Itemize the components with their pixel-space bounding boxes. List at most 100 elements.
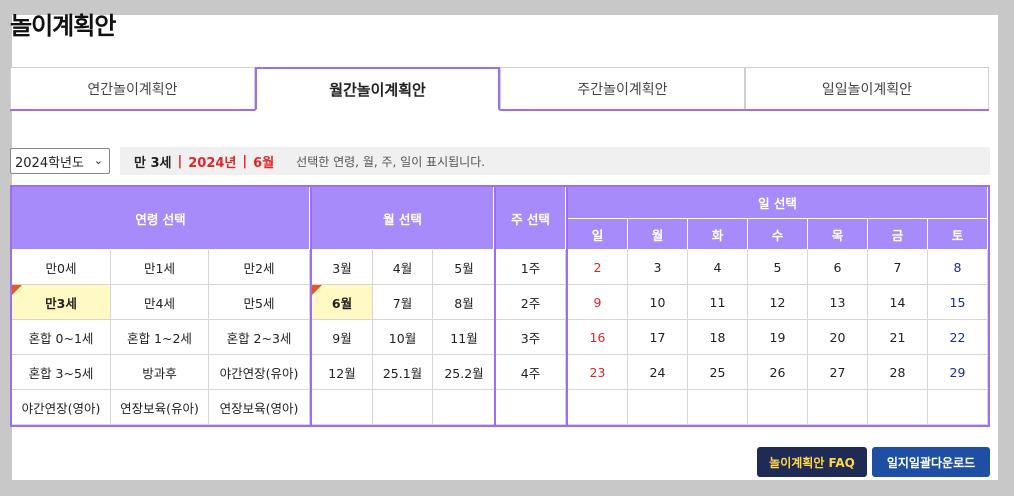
day-option[interactable]: 3 [628,250,688,285]
month-option [312,390,373,425]
plan-tabs: 연간놀이계획안 월간놀이계획안 주간놀이계획안 일일놀이계획안 [10,67,989,111]
day-option[interactable]: 10 [628,285,688,320]
month-option[interactable]: 4월 [373,250,433,285]
day-option [808,390,868,425]
day-option[interactable]: 24 [628,355,688,390]
weekday-header: 월 [628,219,688,250]
selected-flag-icon [12,285,22,295]
day-option[interactable]: 22 [928,320,988,355]
month-option[interactable]: 10월 [373,320,433,355]
age-option[interactable]: 혼합 1~2세 [111,320,209,355]
month-option[interactable]: 25.1월 [373,355,433,390]
summary-separator: | [242,153,248,169]
day-option[interactable]: 8 [928,250,988,285]
week-option[interactable]: 2주 [496,285,566,320]
day-option[interactable]: 7 [868,250,928,285]
day-option[interactable]: 6 [808,250,868,285]
day-option[interactable]: 11 [688,285,748,320]
day-option [928,390,988,425]
day-option[interactable]: 17 [628,320,688,355]
age-option[interactable]: 야간연장(유아) [209,355,310,390]
weekday-header: 일 [568,219,628,250]
day-option[interactable]: 5 [748,250,808,285]
day-option[interactable]: 13 [808,285,868,320]
age-option[interactable]: 만4세 [111,285,209,320]
tab-daily[interactable]: 일일놀이계획안 [745,67,989,109]
month-option[interactable]: 6월 [312,285,373,320]
summary-month: 6월 [253,155,275,171]
month-option [433,390,496,425]
year-select[interactable]: 2024학년도 ⌄ [10,148,110,174]
month-option[interactable]: 9월 [312,320,373,355]
bulk-download-button[interactable]: 일지일괄다운로드 [872,447,990,477]
month-option[interactable]: 8월 [433,285,496,320]
day-option[interactable]: 14 [868,285,928,320]
week-option[interactable]: 4주 [496,355,566,390]
age-option[interactable]: 방과후 [111,355,209,390]
day-option[interactable]: 28 [868,355,928,390]
age-option[interactable]: 만3세 [12,285,111,320]
day-option[interactable]: 23 [568,355,628,390]
week-header: 주 선택 [496,187,566,250]
chevron-down-icon: ⌄ [93,154,103,167]
week-option[interactable]: 1주 [496,250,566,285]
week-option [496,390,566,425]
day-header: 일 선택 [568,187,988,219]
month-option[interactable]: 3월 [312,250,373,285]
day-option [868,390,928,425]
day-option[interactable]: 9 [568,285,628,320]
day-option[interactable]: 18 [688,320,748,355]
month-option[interactable]: 25.2월 [433,355,496,390]
age-option[interactable]: 만2세 [209,250,310,285]
year-select-value: 2024학년도 [15,155,84,171]
summary-year: 2024년 [188,155,237,171]
day-option[interactable]: 25 [688,355,748,390]
day-option[interactable]: 19 [748,320,808,355]
tab-yearly[interactable]: 연간놀이계획안 [10,67,255,109]
faq-button[interactable]: 놀이계획안 FAQ [757,447,867,477]
age-option[interactable]: 혼합 3~5세 [12,355,111,390]
page-title: 놀이계획안 [10,12,116,40]
selection-grid: 연령 선택 월 선택 주 선택 일 선택 일 월 화 수 목 금 토 만0세 만1세 만2세 3월 4월 5월 1… [10,185,990,427]
weekday-header: 목 [808,219,868,250]
day-option[interactable]: 15 [928,285,988,320]
age-option[interactable]: 연장보육(영아) [209,390,310,425]
age-header: 연령 선택 [12,187,310,250]
summary-separator: | [177,153,183,169]
day-option[interactable]: 2 [568,250,628,285]
day-option [748,390,808,425]
month-option[interactable]: 5월 [433,250,496,285]
section-divider [494,187,496,425]
selected-flag-icon [312,285,322,295]
day-option[interactable]: 21 [868,320,928,355]
month-option[interactable]: 11월 [433,320,496,355]
week-option[interactable]: 3주 [496,320,566,355]
summary-description: 선택한 연령, 월, 주, 일이 표시됩니다. [296,154,486,169]
month-option[interactable]: 12월 [312,355,373,390]
age-option[interactable]: 만1세 [111,250,209,285]
day-option[interactable]: 26 [748,355,808,390]
tab-monthly[interactable]: 월간놀이계획안 [255,67,500,111]
day-option[interactable]: 27 [808,355,868,390]
summary-age: 만 3세 [134,155,172,171]
age-option[interactable]: 연장보육(유아) [111,390,209,425]
section-divider [310,187,312,425]
month-option[interactable]: 7월 [373,285,433,320]
age-option[interactable]: 야간연장(영아) [12,390,111,425]
tab-weekly[interactable]: 주간놀이계획안 [500,67,745,109]
day-option[interactable]: 29 [928,355,988,390]
section-divider [566,187,568,425]
day-option[interactable]: 12 [748,285,808,320]
age-option[interactable]: 혼합 0~1세 [12,320,111,355]
age-option[interactable]: 만0세 [12,250,111,285]
day-option [688,390,748,425]
age-option[interactable]: 만5세 [209,285,310,320]
day-option[interactable]: 16 [568,320,628,355]
age-option[interactable]: 혼합 2~3세 [209,320,310,355]
day-option[interactable]: 4 [688,250,748,285]
weekday-header: 토 [928,219,988,250]
day-option[interactable]: 20 [808,320,868,355]
weekday-header: 화 [688,219,748,250]
selection-summary: 만 3세 | 2024년 | 6월 선택한 연령, 월, 주, 일이 표시됩니다… [120,147,990,175]
month-option [373,390,433,425]
